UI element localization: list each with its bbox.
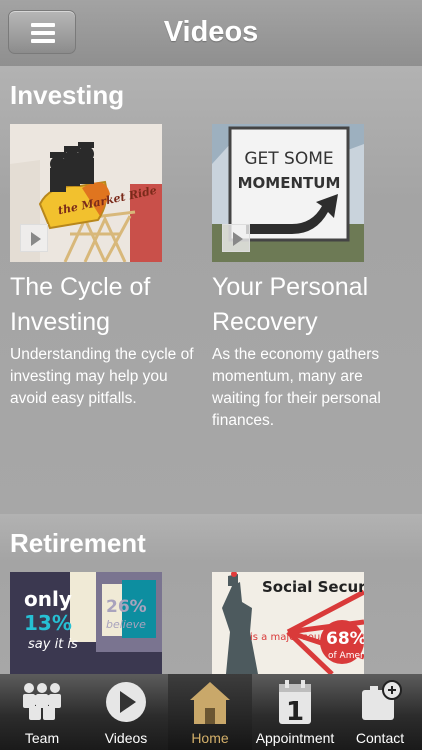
video-description: As the economy gathers momentum, many ar… — [212, 346, 381, 429]
section-retirement: Retirement only 13% say it is 26% believ… — [0, 514, 422, 674]
team-icon — [23, 683, 61, 720]
thumb-caption: believe — [106, 618, 146, 631]
video-thumbnail[interactable]: Social Securit is a major source of inco… — [212, 572, 364, 674]
retirement-stat-image: only 13% say it is 26% believe — [10, 572, 162, 674]
tab-label: Appointment — [255, 730, 335, 746]
tab-label: Team — [24, 730, 60, 746]
tab-label: Videos — [104, 730, 148, 746]
calendar-icon: 1 — [279, 680, 311, 726]
section-investing: Investing the Market Ride The Cycle of I… — [0, 66, 422, 514]
video-thumbnail[interactable]: GET SOME MOMENTUM — [212, 124, 364, 262]
section-title: Retirement — [10, 528, 146, 558]
video-card[interactable]: only 13% say it is 26% believe — [10, 572, 210, 674]
thumb-caption: 68% — [326, 629, 364, 649]
tab-contact[interactable]: Contact — [338, 674, 422, 750]
calendar-day: 1 — [286, 697, 304, 726]
thumb-caption: say it is — [28, 637, 78, 652]
play-icon[interactable] — [20, 224, 48, 252]
video-card[interactable]: Social Securit is a major source of inco… — [212, 572, 412, 674]
tab-label: Contact — [355, 730, 405, 746]
social-security-image: Social Securit is a major source of inco… — [212, 572, 364, 674]
video-description: Understanding the cycle of investing may… — [10, 346, 194, 407]
page-title: Videos — [163, 16, 259, 48]
home-icon — [190, 682, 230, 724]
thumb-caption: of Americ — [328, 651, 364, 661]
video-thumbnail[interactable]: only 13% say it is 26% believe — [10, 572, 162, 674]
tab-home[interactable]: Home — [168, 674, 252, 750]
tab-appointment[interactable]: 1 Appointment — [253, 674, 337, 750]
thumb-caption: 26% — [106, 597, 147, 617]
play-icon — [106, 682, 146, 722]
section-title: Investing — [10, 80, 125, 110]
tab-videos[interactable]: Videos — [84, 674, 168, 750]
video-title[interactable]: The Cycle of Investing — [10, 270, 210, 340]
tab-bar: Team Videos Home 1 Appointment Contact — [0, 674, 422, 750]
thumb-caption: Social Securit — [262, 578, 364, 596]
video-thumbnail[interactable]: the Market Ride — [10, 124, 162, 262]
thumb-caption: only — [24, 587, 72, 611]
tab-label: Home — [191, 730, 229, 746]
thumb-caption: MOMENTUM — [238, 174, 341, 192]
add-contact-icon — [362, 680, 402, 720]
thumb-caption: 13% — [24, 611, 72, 635]
video-card[interactable]: GET SOME MOMENTUM Your Personal Recovery… — [212, 124, 412, 432]
header-bar: Videos — [0, 0, 422, 66]
video-card[interactable]: the Market Ride The Cycle of Investing U… — [10, 124, 210, 410]
play-icon[interactable] — [222, 224, 250, 252]
tab-team[interactable]: Team — [0, 674, 84, 750]
video-title[interactable]: Your Personal Recovery — [212, 270, 412, 340]
thumb-caption: GET SOME — [244, 149, 333, 169]
